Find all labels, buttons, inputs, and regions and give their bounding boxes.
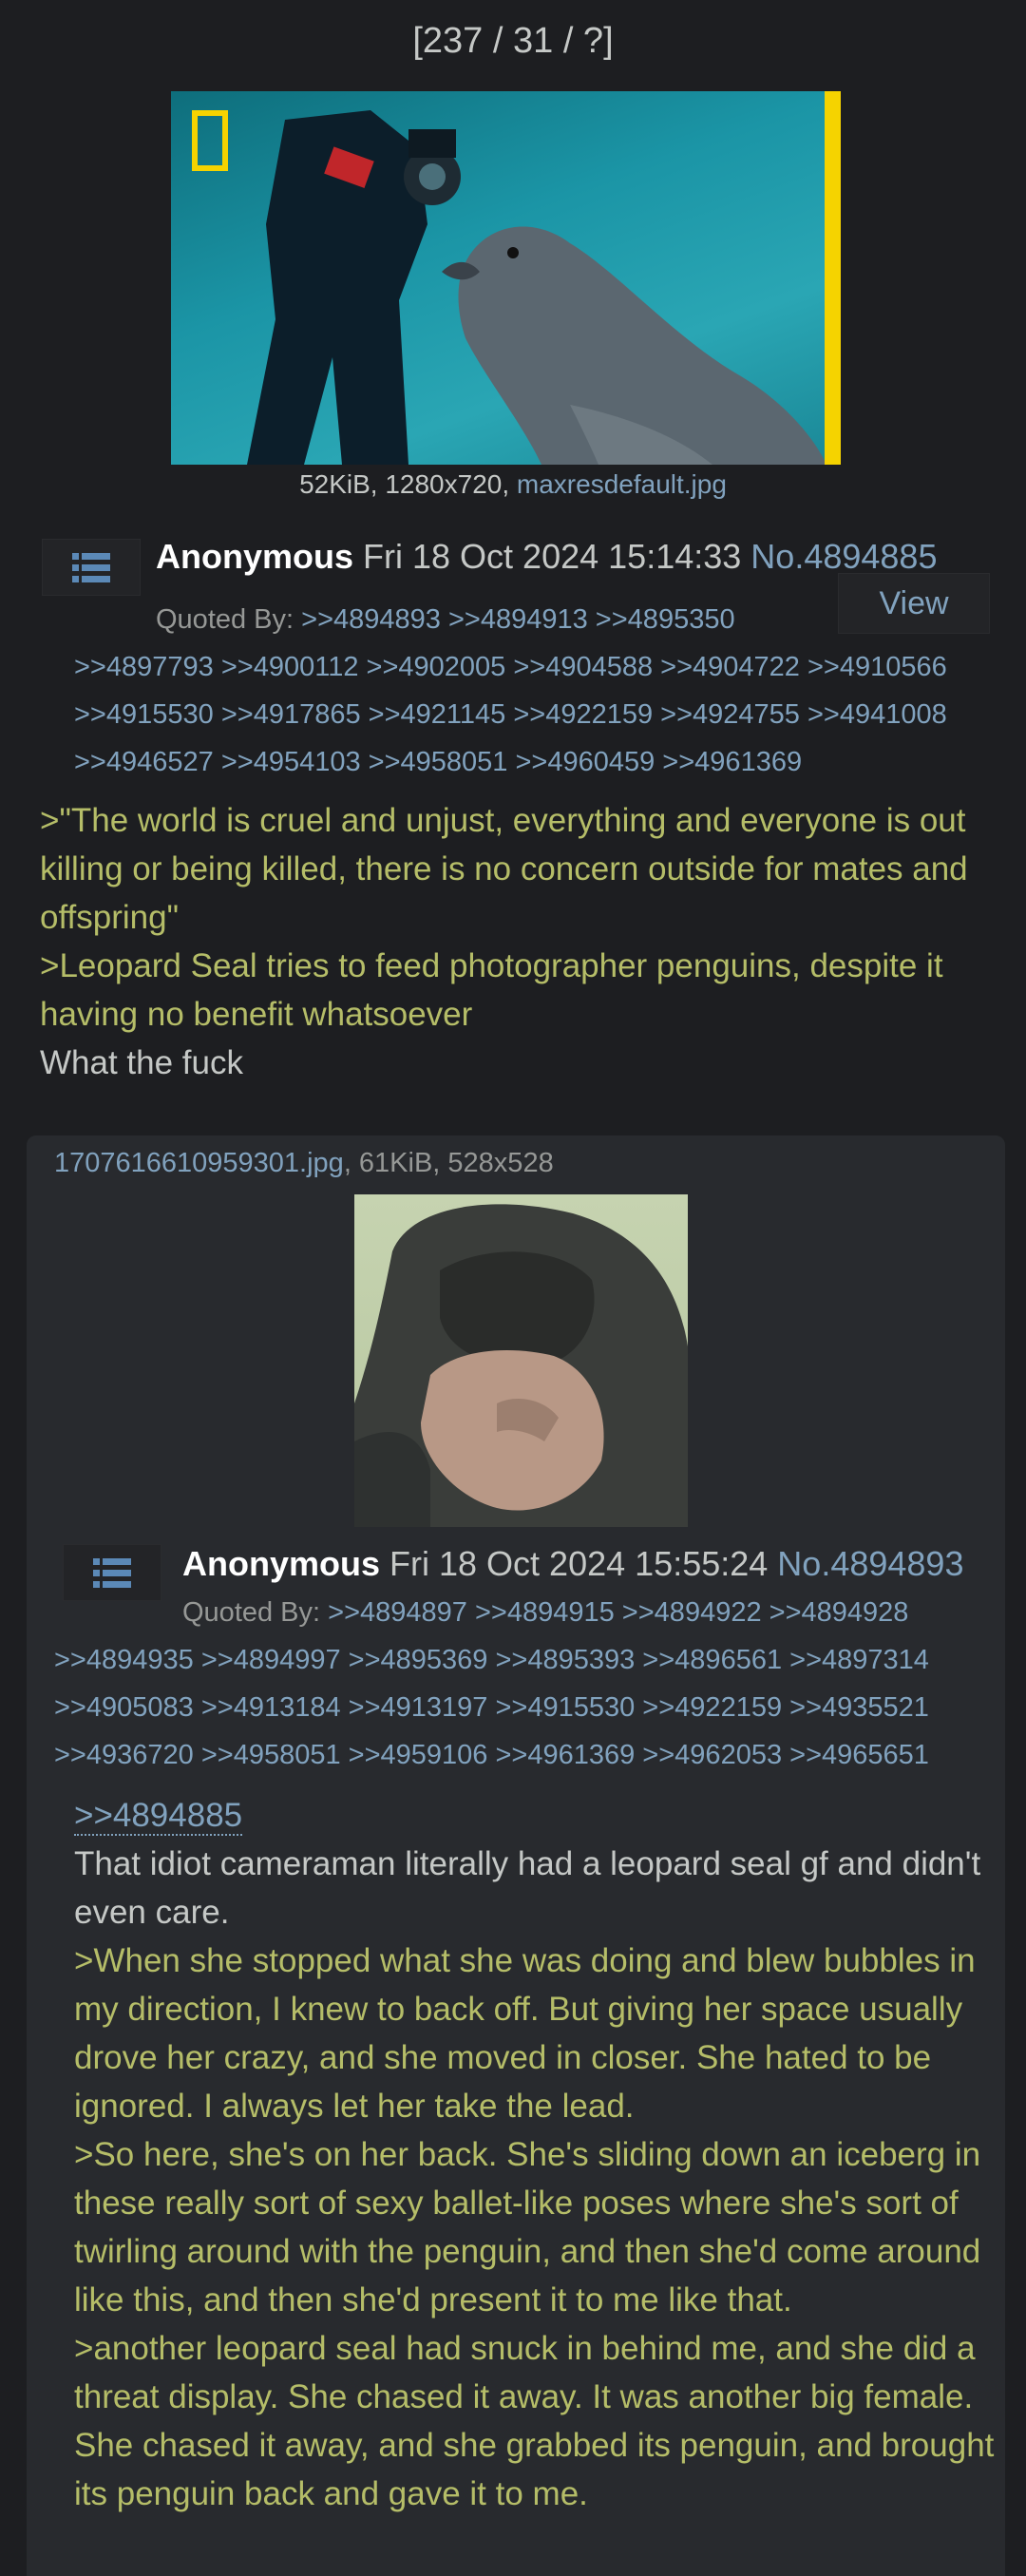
border-strip [825,91,841,465]
list-menu-icon [72,553,110,582]
reply-backlinks-line[interactable]: >>4936720 >>4958051 >>4959106 >>4961369 … [54,1740,929,1771]
greentext-line: >When she stopped what she was doing and… [74,1942,976,2125]
op-backlinks-line[interactable]: >>4897793 >>4900112 >>4902005 >>4904588 … [74,652,947,683]
op-image[interactable] [171,91,841,465]
op-menu-button[interactable] [42,539,141,596]
thread-page: [237 / 31 / ?] 52KiB, 1280x720, maxresde… [0,0,1026,2576]
reply-quoted-by-label: Quoted By: [182,1597,321,1628]
reply-menu-button[interactable] [63,1544,162,1601]
comment-line: What the fuck [40,1044,243,1081]
op-file-info: 52KiB, 1280x720, maxresdefault.jpg [0,469,1026,500]
reply-backlinks-line[interactable]: >>4894935 >>4894997 >>4895369 >>4895393 … [54,1645,929,1676]
op-backlinks-line[interactable]: >>4946527 >>4954103 >>4958051 >>4960459 … [74,747,802,778]
op-post-number[interactable]: No.4894885 [750,537,937,576]
quote-link[interactable]: >>4894885 [74,1797,243,1836]
list-menu-icon [93,1558,131,1588]
greentext-line: >"The world is cruel and unjust, everyth… [40,802,968,936]
op-quoted-by-label: Quoted By: [156,604,294,635]
op-backlinks[interactable]: >>4894893 >>4894913 >>4895350 [301,604,734,635]
logo-frame-icon [192,110,228,171]
reply-backlinks[interactable]: >>4894897 >>4894915 >>4894922 >>4894928 [328,1597,908,1628]
greentext-line: >So here, she's on her back. She's slidi… [74,2136,981,2318]
op-file-name-link[interactable]: maxresdefault.jpg [517,469,727,499]
facepalm-figure [354,1204,688,1527]
reply-backlinks-line[interactable]: >>4905083 >>4913184 >>4913197 >>4915530 … [54,1692,929,1724]
reply-comment: >>4894885 That idiot cameraman literally… [74,1791,996,2518]
op-quoted-by-line-1: Quoted By: >>4894893 >>4894913 >>4895350 [156,604,735,636]
reply-file-name-link[interactable]: 1707616610959301.jpg [54,1148,344,1178]
op-post-header: Anonymous Fri 18 Oct 2024 15:14:33 No.48… [156,537,937,577]
reply-poster-name: Anonymous [182,1544,381,1583]
greentext-line: >another leopard seal had snuck in behin… [74,2330,995,2512]
comment-line: That idiot cameraman literally had a leo… [74,1845,981,1931]
greentext-line: >Leopard Seal tries to feed photographer… [40,947,943,1033]
reply-post-number[interactable]: No.4894893 [777,1544,963,1583]
op-comment: >"The world is cruel and unjust, everyth… [40,796,999,1087]
reply-quoted-by-line-1: Quoted By: >>4894897 >>4894915 >>4894922… [182,1597,908,1629]
op-post-date: Fri 18 Oct 2024 15:14:33 [363,537,742,576]
reply-image[interactable] [354,1194,688,1527]
thread-counter: [237 / 31 / ?] [412,21,614,61]
reply-file-info: 1707616610959301.jpg, 61KiB, 528x528 [54,1148,554,1179]
reply-file-meta: , 61KiB, 528x528 [343,1148,554,1178]
seal-figure [442,226,826,465]
op-poster-name: Anonymous [156,537,354,576]
reply-post-date: Fri 18 Oct 2024 15:55:24 [390,1544,769,1583]
reply-post-header: Anonymous Fri 18 Oct 2024 15:55:24 No.48… [182,1544,963,1584]
op-file-meta: 52KiB, 1280x720, [299,469,517,499]
view-button[interactable]: View [838,573,990,634]
op-backlinks-line[interactable]: >>4915530 >>4917865 >>4921145 >>4922159 … [74,699,947,731]
